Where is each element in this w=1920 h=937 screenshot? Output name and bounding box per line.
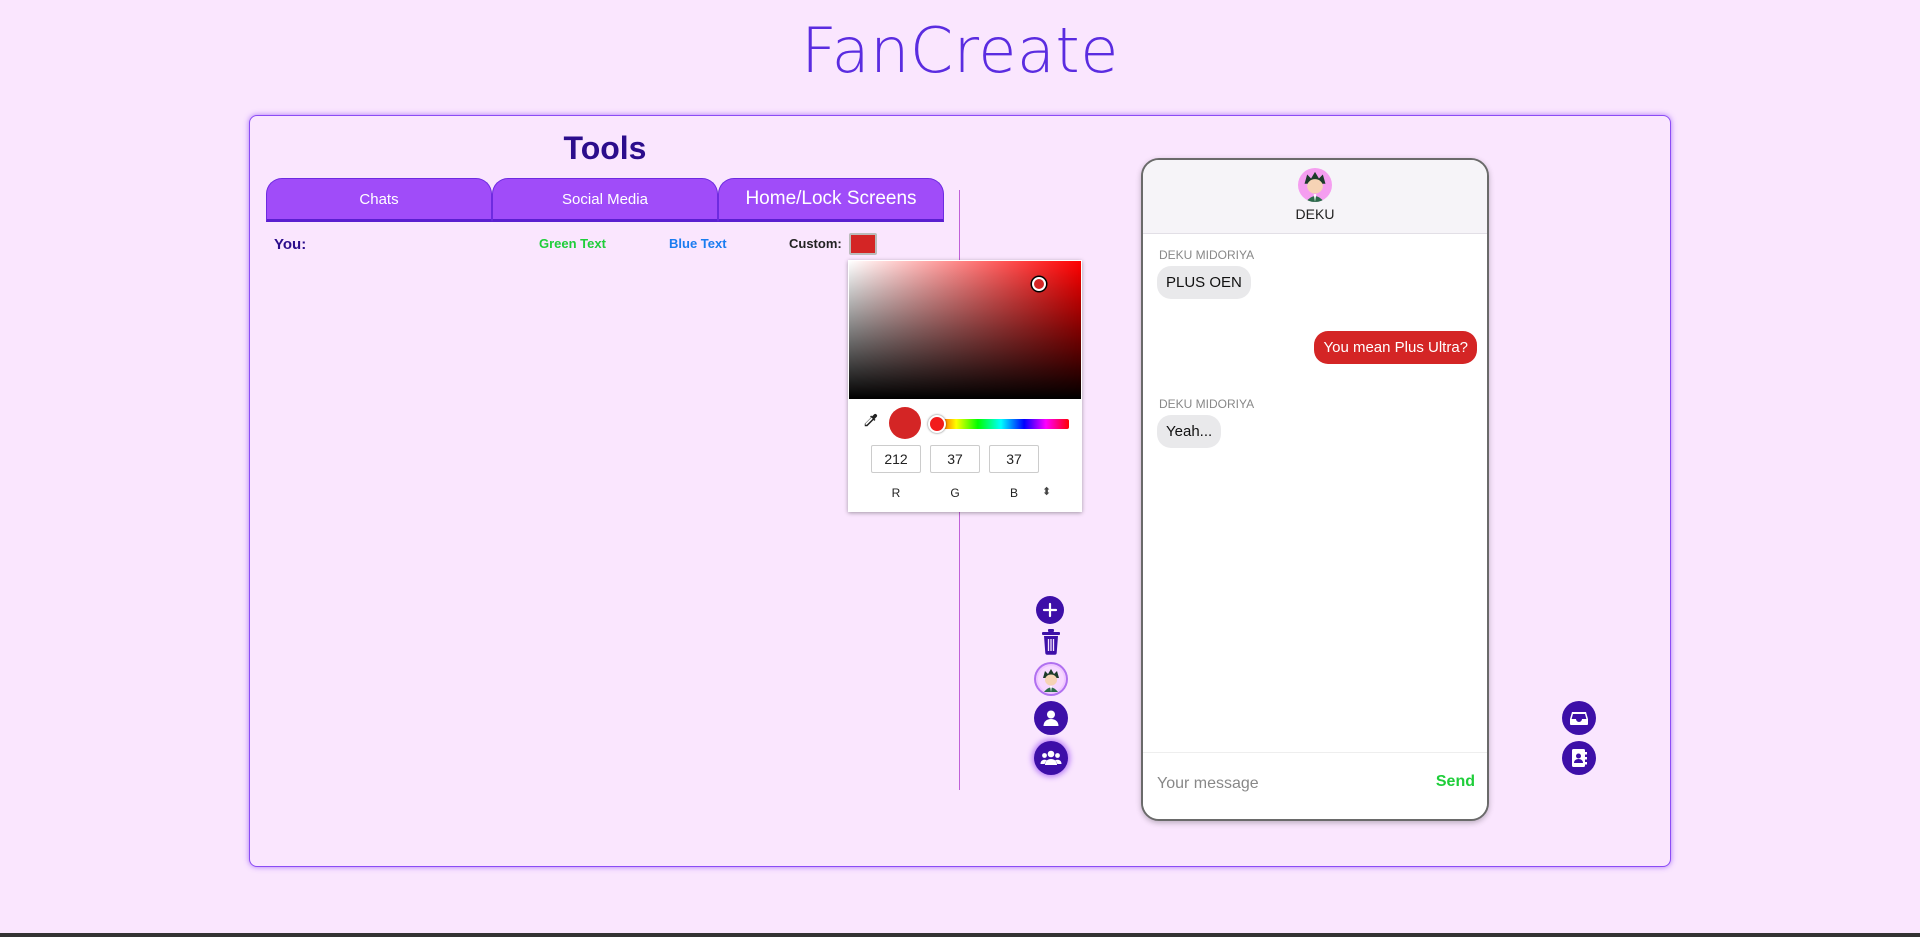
trash-icon: [1042, 629, 1060, 655]
person-icon: [1043, 710, 1059, 726]
message-input[interactable]: [1155, 771, 1399, 797]
custom-color-swatch[interactable]: [849, 233, 877, 255]
inbox-button[interactable]: [1562, 701, 1596, 735]
color-picker: R G B ⬍: [848, 260, 1082, 512]
message-composer: Send: [1143, 752, 1487, 819]
blue-label: B: [1009, 486, 1018, 500]
tab-label: Chats: [359, 190, 399, 208]
tab-label: Social Media: [562, 190, 648, 208]
red-input[interactable]: [871, 445, 921, 473]
phone-preview: DEKU DEKU MIDORIYA PLUS OEN You mean Plu…: [1141, 158, 1489, 821]
contact-avatar[interactable]: [1298, 168, 1332, 202]
hue-handle[interactable]: [928, 415, 946, 433]
red-label: R: [891, 486, 901, 500]
group-button[interactable]: [1034, 741, 1068, 775]
add-icon: [1042, 602, 1058, 618]
delete-button[interactable]: [1039, 628, 1063, 656]
color-preview: [889, 407, 921, 439]
blue-text-option[interactable]: Blue Text: [669, 236, 727, 251]
group-icon: [1040, 750, 1062, 765]
tab-chats[interactable]: Chats: [266, 178, 492, 222]
avatar-icon: [1038, 666, 1064, 692]
you-label: You:: [274, 236, 307, 253]
saturation-area[interactable]: [849, 261, 1081, 399]
inbox-icon: [1570, 712, 1588, 725]
tab-home-lock-screens[interactable]: Home/Lock Screens: [718, 178, 944, 222]
message-sender: DEKU MIDORIYA: [1159, 248, 1255, 262]
saturation-handle[interactable]: [1032, 277, 1046, 291]
format-toggle-icon[interactable]: ⬍: [1042, 485, 1051, 498]
app-title: FanCreate: [801, 14, 1119, 87]
contacts-button[interactable]: [1562, 741, 1596, 775]
tools-title: Tools: [563, 130, 647, 166]
person-button[interactable]: [1034, 701, 1068, 735]
tab-social-media[interactable]: Social Media: [492, 178, 718, 222]
contact-name: DEKU: [1295, 206, 1335, 222]
incoming-message[interactable]: Yeah...: [1157, 415, 1222, 448]
custom-label: Custom:: [789, 236, 842, 251]
contact-card-icon: [1572, 749, 1587, 767]
character-avatar-button[interactable]: [1036, 664, 1066, 694]
hue-slider[interactable]: [933, 419, 1069, 429]
avatar-icon: [1304, 171, 1326, 202]
message-sender: DEKU MIDORIYA: [1159, 397, 1255, 411]
green-input[interactable]: [930, 445, 980, 473]
blue-input[interactable]: [989, 445, 1039, 473]
tab-label: Home/Lock Screens: [745, 188, 917, 209]
green-text-option[interactable]: Green Text: [539, 236, 606, 251]
outgoing-message[interactable]: You mean Plus Ultra?: [1314, 331, 1477, 364]
phone-header: DEKU: [1143, 160, 1487, 234]
bottom-bar: [0, 933, 1920, 937]
send-button[interactable]: Send: [1436, 773, 1475, 791]
green-label: G: [950, 486, 960, 500]
eyedropper-icon[interactable]: [861, 412, 879, 430]
add-message-button[interactable]: [1036, 596, 1064, 624]
incoming-message[interactable]: PLUS OEN: [1157, 266, 1251, 299]
